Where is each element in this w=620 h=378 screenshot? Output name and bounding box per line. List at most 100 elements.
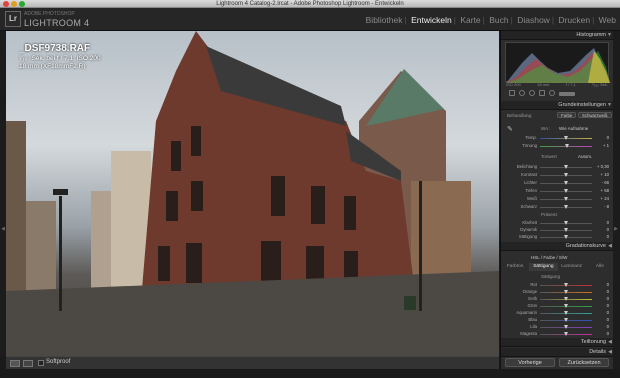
tone-slider-4[interactable]: Weiß + 24 <box>507 196 609 203</box>
slider-temp[interactable]: Temp. 0 <box>507 135 609 142</box>
module-picker: Bibliothek | Entwickeln | Karte | Buch | Dia… <box>365 15 616 25</box>
softproof-checkbox[interactable] <box>38 360 44 366</box>
hsl-slider-6[interactable]: Lila 0 <box>507 324 609 331</box>
hsl-slider-value: 0 <box>606 296 609 301</box>
reset-button[interactable]: Zurücksetzen <box>559 358 609 367</box>
presence-slider-label: Klarheit <box>522 220 537 225</box>
subtab-luminanz[interactable]: Luminanz <box>558 263 586 271</box>
presence-label: Präsenz <box>541 212 558 217</box>
treatment-label: Behandlung: <box>507 113 533 118</box>
adjustment-brush-icon[interactable] <box>559 92 575 96</box>
hsl-slider-2[interactable]: Gelb 0 <box>507 296 609 303</box>
hsl-slider-0[interactable]: Rot 0 <box>507 282 609 289</box>
softproof-label: Softproof <box>46 359 71 365</box>
compare-view-button[interactable] <box>23 360 33 367</box>
hsl-slider-label: Aquamarin <box>516 310 537 315</box>
module-diashow[interactable]: Diashow <box>517 15 550 25</box>
slider-tint[interactable]: Tönung + 1 <box>507 143 609 150</box>
hsl-slider-4[interactable]: Aquamarin 0 <box>507 310 609 317</box>
treatment-bw-button[interactable]: Schwarzweiß <box>578 112 612 118</box>
tab-farbe[interactable]: Farbe <box>543 255 555 260</box>
hsl-subtabs: Farbton Sättigung Luminanz Alle <box>501 263 613 271</box>
presence-slider-0[interactable]: Klarheit 0 <box>507 220 609 227</box>
hsl-slider-label: Magenta <box>520 331 537 336</box>
subtab-farbton[interactable]: Farbton <box>501 263 529 271</box>
subtab-saettigung[interactable]: Sättigung <box>529 263 558 271</box>
hsl-slider-value: 0 <box>606 289 609 294</box>
presence-slider-2[interactable]: Sättigung 0 <box>507 234 609 241</box>
red-eye-icon[interactable] <box>529 90 535 96</box>
photo-exposure-info: ¹⁄₁₆₀ Sek. bei f / 7,1, ISO 200 <box>19 55 101 62</box>
tone-slider-label: Lichter <box>524 180 537 185</box>
wb-picker-icon[interactable]: ✎ <box>507 125 513 133</box>
right-edge[interactable]: ▶ <box>613 31 620 369</box>
module-bibliothek[interactable]: Bibliothek <box>366 15 403 25</box>
module-buch[interactable]: Buch <box>489 15 508 25</box>
hsl-tabs: HSL / Farbe / S/W <box>531 255 568 260</box>
photo-image <box>6 31 499 356</box>
module-karte[interactable]: Karte <box>460 15 480 25</box>
brand-small: ADOBE PHOTOSHOP <box>24 11 75 17</box>
window-titlebar: Lightroom 4 Catalog-2.lrcat - Adobe Phot… <box>0 0 620 8</box>
photo-filename: _DSF9738.RAF <box>19 43 91 54</box>
brand-name: LIGHTROOM 4 <box>24 18 90 28</box>
hsl-slider-label: Gelb <box>527 296 537 301</box>
tab-hsl[interactable]: HSL <box>531 255 540 260</box>
window-title: Lightroom 4 Catalog-2.lrcat - Adobe Phot… <box>216 1 404 7</box>
develop-tool-strip <box>505 89 609 99</box>
hsl-slider-1[interactable]: Orange 0 <box>507 289 609 296</box>
basic-panel-header[interactable]: Grundeinstellungen ▼ <box>501 101 613 110</box>
tone-slider-0[interactable]: Belichtung + 0,30 <box>507 164 609 171</box>
radial-filter-icon[interactable] <box>549 90 555 96</box>
module-web[interactable]: Web <box>599 15 616 25</box>
tone-slider-label: Weiß <box>527 196 537 201</box>
presence-slider-value: 0 <box>606 220 609 225</box>
hsl-slider-label: Rot <box>530 282 537 287</box>
tone-slider-5[interactable]: Schwarz - 8 <box>507 204 609 211</box>
hsl-slider-value: 0 <box>606 303 609 308</box>
photo-info-overlay: _DSF9738.RAF ¹⁄₁₆₀ Sek. bei f / 7,1, ISO… <box>19 43 101 70</box>
tone-slider-label: Belichtung <box>516 164 537 169</box>
treatment-color-button[interactable]: Farbe <box>557 112 577 118</box>
details-header[interactable]: Details ◀ <box>501 348 613 357</box>
tone-slider-3[interactable]: Tiefen + 58 <box>507 188 609 195</box>
presence-slider-1[interactable]: Dynamik 0 <box>507 227 609 234</box>
tone-slider-label: Schwarz <box>520 204 537 209</box>
lightroom-logo: Lr <box>5 11 21 27</box>
loupe-view-button[interactable] <box>10 360 20 367</box>
tab-sw[interactable]: S/W <box>559 255 568 260</box>
wb-select[interactable]: Wie Aufnahme <box>559 126 588 131</box>
crop-tool-icon[interactable] <box>509 90 515 96</box>
hsl-slider-label: Grün <box>527 303 537 308</box>
hsl-slider-value: 0 <box>606 310 609 315</box>
split-toning-header[interactable]: Teiltonung ◀ <box>501 338 613 347</box>
module-entwickeln[interactable]: Entwickeln <box>411 15 452 25</box>
tone-slider-value: + 58 <box>600 188 609 193</box>
subtab-alle[interactable]: Alle <box>586 263 613 271</box>
tone-curve-header[interactable]: Gradationskurve ◀ <box>501 242 613 251</box>
histogram-header[interactable]: Histogramm ▼ <box>501 31 613 40</box>
tone-slider-value: - 66 <box>601 180 609 185</box>
hsl-slider-3[interactable]: Grün 0 <box>507 303 609 310</box>
tone-slider-value: + 10 <box>600 172 609 177</box>
graduated-filter-icon[interactable] <box>539 90 545 96</box>
tone-slider-2[interactable]: Lichter - 66 <box>507 180 609 187</box>
photo-view[interactable]: _DSF9738.RAF ¹⁄₁₆₀ Sek. bei f / 7,1, ISO… <box>6 31 499 356</box>
hsl-slider-value: 0 <box>606 331 609 336</box>
tone-slider-1[interactable]: Kontrast + 10 <box>507 172 609 179</box>
module-drucken[interactable]: Drucken <box>558 15 590 25</box>
hsl-slider-5[interactable]: Blau 0 <box>507 317 609 324</box>
presence-slider-value: 0 <box>606 234 609 239</box>
tone-slider-label: Tiefen <box>525 188 537 193</box>
collapse-right-icon[interactable]: ▶ <box>613 226 619 232</box>
hsl-slider-7[interactable]: Magenta 0 <box>507 331 609 338</box>
histogram-info: ISO 200 18 mm f / 7,1 ¹⁄₁₆₀ Sek. <box>506 82 608 87</box>
tone-label: Tonwert <box>541 154 557 159</box>
filmstrip-collapsed[interactable] <box>0 369 620 378</box>
hsl-slider-value: 0 <box>606 324 609 329</box>
spot-removal-icon[interactable] <box>519 90 525 96</box>
previous-settings-button[interactable]: Vorherige <box>505 358 555 367</box>
tone-auto-button[interactable]: Autom. <box>578 154 592 159</box>
tone-slider-value: - 8 <box>603 204 609 209</box>
develop-right-panel: Histogramm ▼ ISO 200 18 mm f / 7,1 ¹⁄₁₆₀ … <box>500 31 613 369</box>
